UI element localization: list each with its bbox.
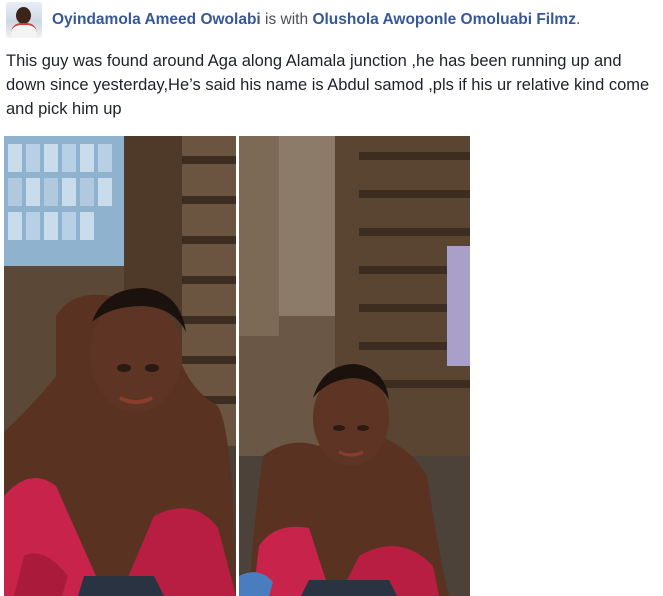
author-name-link[interactable]: Oyindamola Ameed Owolabi: [52, 11, 261, 28]
photo-grid: [4, 136, 470, 596]
post-body-text: This guy was found around Aga along Alam…: [6, 52, 650, 118]
attribution-terminator: .: [575, 11, 581, 28]
post-header: Oyindamola Ameed Owolabi is with Olushol…: [6, 2, 656, 38]
photo-left-image: [4, 136, 236, 596]
post-photo-left[interactable]: [4, 136, 236, 596]
avatar-shirt-shape: [11, 23, 37, 38]
tagged-name-link[interactable]: Olushola Awoponle Omoluabi Filmz: [312, 11, 576, 28]
with-connector: is with: [265, 11, 309, 28]
author-avatar[interactable]: [6, 2, 42, 38]
post-attribution: Oyindamola Ameed Owolabi is with Olushol…: [52, 10, 580, 30]
post-photo-right[interactable]: [239, 136, 470, 596]
avatar-head-shape: [16, 7, 31, 24]
photo-right-image: [239, 136, 470, 596]
